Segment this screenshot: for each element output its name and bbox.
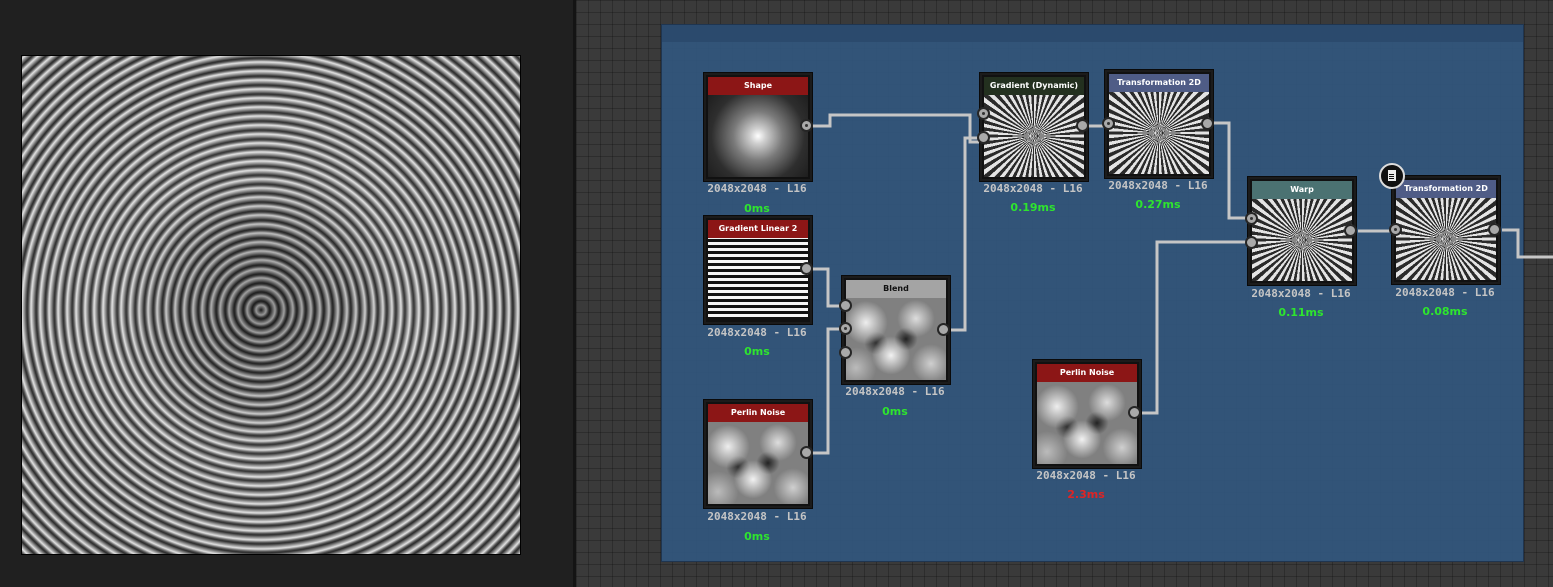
input-port-input[interactable] (977, 107, 990, 120)
node-thumbnail (708, 95, 808, 177)
node-cook-time: 0ms (882, 405, 908, 418)
input-port-foreground[interactable] (839, 299, 852, 312)
node-resolution: 2048x2048 - L16 (707, 182, 807, 195)
preview-image[interactable] (21, 55, 521, 555)
output-port[interactable] (1076, 119, 1089, 132)
input-port[interactable] (1102, 117, 1115, 130)
node-resolution: 2048x2048 - L16 (1251, 287, 1351, 300)
output-port[interactable] (1201, 117, 1214, 130)
output-port[interactable] (800, 446, 813, 459)
output-port[interactable] (800, 262, 813, 275)
node-thumbnail (984, 95, 1084, 177)
node-resolution: 2048x2048 - L16 (1036, 469, 1136, 482)
input-port-mask[interactable] (839, 346, 852, 359)
node-perlin-noise-2[interactable]: Perlin Noise (1033, 360, 1141, 468)
output-port[interactable] (937, 323, 950, 336)
node-shape[interactable]: Shape (704, 73, 812, 181)
node-perlin-noise[interactable]: Perlin Noise (704, 400, 812, 508)
node-cook-time: 0ms (744, 530, 770, 543)
node-title: Perlin Noise (1037, 364, 1137, 382)
node-resolution: 2048x2048 - L16 (1395, 286, 1495, 299)
node-title: Blend (846, 280, 946, 298)
node-title: Warp (1252, 181, 1352, 199)
node-resolution: 2048x2048 - L16 (707, 326, 807, 339)
node-cook-time: 0.11ms (1278, 306, 1324, 319)
output-port[interactable] (1128, 406, 1141, 419)
node-thumbnail (1252, 199, 1352, 281)
output-port[interactable] (800, 119, 813, 132)
node-gradient-dynamic[interactable]: Gradient (Dynamic) (980, 73, 1088, 181)
node-thumbnail (708, 422, 808, 504)
node-title: Transformation 2D (1109, 74, 1209, 92)
document-comment-icon[interactable] (1379, 163, 1405, 189)
node-cook-time: 0.08ms (1422, 305, 1468, 318)
node-thumbnail (1396, 198, 1496, 280)
node-cook-time: 0ms (744, 345, 770, 358)
node-blend[interactable]: Blend (842, 276, 950, 384)
node-transformation-2d-2[interactable]: Transformation 2D (1392, 176, 1500, 284)
node-cook-time: 0ms (744, 202, 770, 215)
node-title: Gradient Linear 2 (708, 220, 808, 238)
node-title: Shape (708, 77, 808, 95)
output-port[interactable] (1344, 224, 1357, 237)
input-port-background[interactable] (839, 322, 852, 335)
node-warp[interactable]: Warp (1248, 177, 1356, 285)
node-title: Perlin Noise (708, 404, 808, 422)
input-port-intensity[interactable] (1245, 236, 1258, 249)
node-resolution: 2048x2048 - L16 (845, 385, 945, 398)
node-title: Gradient (Dynamic) (984, 77, 1084, 95)
node-cook-time: 2.3ms (1067, 488, 1105, 501)
node-transformation-2d[interactable]: Transformation 2D (1105, 70, 1213, 178)
node-title: Transformation 2D (1396, 180, 1496, 198)
node-resolution: 2048x2048 - L16 (707, 510, 807, 523)
node-gradient-linear-2[interactable]: Gradient Linear 2 (704, 216, 812, 324)
node-cook-time: 0.19ms (1010, 201, 1056, 214)
node-thumbnail (846, 298, 946, 380)
node-thumbnail (708, 238, 808, 320)
node-cook-time: 0.27ms (1135, 198, 1181, 211)
frame-header[interactable] (662, 25, 1523, 42)
input-port-input[interactable] (1245, 212, 1258, 225)
input-port[interactable] (1389, 223, 1402, 236)
node-resolution: 2048x2048 - L16 (1108, 179, 1208, 192)
node-resolution: 2048x2048 - L16 (983, 182, 1083, 195)
input-port-gradient[interactable] (977, 131, 990, 144)
2d-view-panel (0, 0, 573, 587)
output-port[interactable] (1488, 223, 1501, 236)
node-thumbnail (1109, 92, 1209, 174)
node-thumbnail (1037, 382, 1137, 464)
